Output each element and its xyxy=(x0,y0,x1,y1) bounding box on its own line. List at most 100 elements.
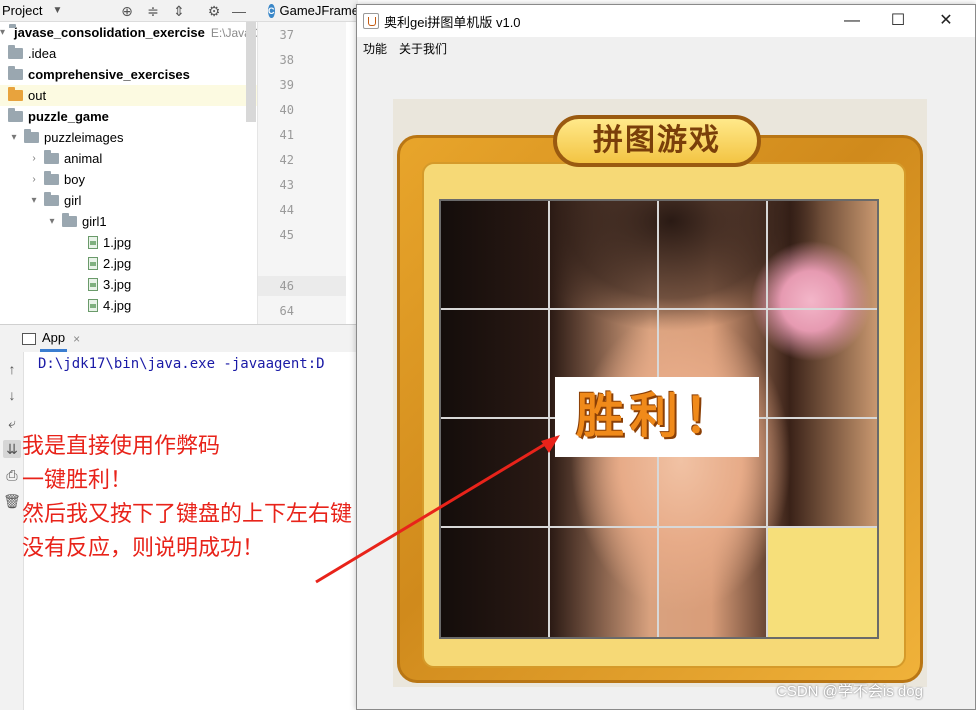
tree-item-label: javase_consolidation_exercise xyxy=(14,25,205,40)
project-toolbar: Project ▼ ⊕ ≑ ⇕ ⚙ — xyxy=(0,0,258,22)
maximize-icon[interactable]: ☐ xyxy=(875,5,921,37)
close-icon[interactable]: × xyxy=(73,332,80,346)
watermark: CSDN @学不会is dog xyxy=(776,683,923,700)
tree-item-label: out xyxy=(28,88,47,103)
image-file-icon xyxy=(88,236,98,249)
line-number: 41 xyxy=(279,128,294,142)
print-icon[interactable]: ⎙ xyxy=(3,466,21,484)
collapse-all-icon[interactable]: ≑ xyxy=(144,2,162,20)
tree-item-label: animal xyxy=(64,151,103,166)
folder-icon xyxy=(24,129,39,143)
minimize-panel-icon[interactable]: — xyxy=(230,2,248,20)
tree-item-comprehensive-exercises[interactable]: comprehensive_exercises xyxy=(0,64,257,85)
console-command-line: D:\jdk17\bin\java.exe -javaagent:D xyxy=(38,356,325,372)
tree-item-1-jpg[interactable]: 1.jpg xyxy=(0,232,257,253)
tree-item-puzzleimages[interactable]: ▾ puzzleimages xyxy=(0,127,257,148)
chevron-right-icon[interactable]: › xyxy=(28,174,40,185)
game-window: 奥利gei拼图单机版 v1.0 — ☐ ✕ 功能 关于我们 拼图游戏 胜利！ xyxy=(356,4,976,710)
line-number: 39 xyxy=(279,78,294,92)
tree-item-idea[interactable]: .idea xyxy=(0,43,257,64)
annotation-text: 我是直接使用作弊码 一键胜利！ 然后我又按下了键盘的上下左右键 没有反应，则说明… xyxy=(22,430,352,566)
image-file-icon xyxy=(88,299,98,312)
tree-item-label: 4.jpg xyxy=(103,298,132,313)
tree-item-label: 3.jpg xyxy=(103,277,132,292)
folder-icon xyxy=(44,150,59,164)
tree-item-girl[interactable]: ▾ girl xyxy=(0,190,257,211)
chevron-down-icon[interactable]: ▾ xyxy=(8,132,20,143)
tree-item-girl1[interactable]: ▾ girl1 xyxy=(0,211,257,232)
victory-banner: 胜利！ xyxy=(555,377,759,457)
tree-item-animal[interactable]: › animal xyxy=(0,148,257,169)
menu-bar: 功能 关于我们 xyxy=(357,37,975,59)
tab-app[interactable]: App xyxy=(40,326,68,352)
tree-item-3-jpg[interactable]: 3.jpg xyxy=(0,274,257,295)
window-title: 奥利gei拼图单机版 v1.0 xyxy=(384,14,521,30)
tree-item-label: 2.jpg xyxy=(103,256,132,271)
annotation-line: 一键胜利！ xyxy=(22,468,133,493)
line-number: 40 xyxy=(279,103,294,117)
line-number: 46 xyxy=(279,279,294,293)
run-toolbar: ↑ ↓ ⤶ ⇊ ⎙ 🗑 xyxy=(0,352,24,710)
folder-icon xyxy=(44,171,59,185)
chevron-down-icon[interactable]: ▾ xyxy=(0,27,5,38)
line-number: 64 xyxy=(279,304,294,318)
close-icon[interactable]: ✕ xyxy=(923,5,969,37)
chevron-down-icon[interactable]: ▾ xyxy=(28,195,40,206)
tree-item-2-jpg[interactable]: 2.jpg xyxy=(0,253,257,274)
project-tree: ▾ javase_consolidation_exercise E:\JavaD… xyxy=(0,22,258,324)
tree-item-4-jpg[interactable]: 4.jpg xyxy=(0,295,257,316)
line-number: 44 xyxy=(279,203,294,217)
line-number: 43 xyxy=(279,178,294,192)
folder-icon xyxy=(8,66,23,80)
folder-icon xyxy=(44,192,59,206)
project-title[interactable]: Project xyxy=(2,3,42,18)
window-titlebar[interactable]: 奥利gei拼图单机版 v1.0 — ☐ ✕ xyxy=(357,5,975,37)
arrow-down-icon[interactable]: ↓ xyxy=(3,386,21,404)
tree-item-label: puzzle_game xyxy=(28,109,109,124)
line-number: 45 xyxy=(279,228,294,242)
editor-tabbar: C GameJFrame xyxy=(258,0,359,22)
grid-line xyxy=(766,201,768,637)
folder-icon xyxy=(62,213,77,227)
chevron-down-icon[interactable]: ▼ xyxy=(52,5,62,16)
soft-wrap-icon[interactable]: ⤶ xyxy=(3,414,21,432)
annotation-line: 没有反应，则说明成功！ xyxy=(22,536,265,561)
tree-item-javase-consolidation-exercise[interactable]: ▾ javase_consolidation_exercise E:\JavaD… xyxy=(0,22,257,43)
expand-all-icon[interactable]: ⇕ xyxy=(170,2,188,20)
empty-tile xyxy=(768,528,877,637)
grid-line xyxy=(441,526,877,528)
target-icon[interactable]: ⊕ xyxy=(118,2,136,20)
tree-item-label: comprehensive_exercises xyxy=(28,67,190,82)
tree-item-label: .idea xyxy=(28,46,57,61)
arrow-up-icon[interactable]: ↑ xyxy=(3,360,21,378)
tree-item-label: girl1 xyxy=(82,214,107,229)
scroll-to-end-icon[interactable]: ⇊ xyxy=(3,440,21,458)
trash-icon[interactable]: 🗑 xyxy=(3,492,21,510)
chevron-down-icon[interactable]: ▾ xyxy=(46,216,58,227)
grid-line xyxy=(548,201,550,637)
tree-scrollbar[interactable] xyxy=(246,22,256,122)
tree-item-out[interactable]: out xyxy=(0,85,257,106)
gear-icon[interactable]: ⚙ xyxy=(205,2,223,20)
tree-item-boy[interactable]: › boy xyxy=(0,169,257,190)
board-title-badge: 拼图游戏 xyxy=(553,115,761,167)
folder-icon xyxy=(8,108,23,122)
menu-item-function[interactable]: 功能 xyxy=(363,40,387,57)
tree-item-puzzle-game[interactable]: puzzle_game xyxy=(0,106,257,127)
chevron-right-icon[interactable]: › xyxy=(28,153,40,164)
application-icon xyxy=(22,332,36,345)
menu-item-about-us[interactable]: 关于我们 xyxy=(399,40,447,57)
line-number: 42 xyxy=(279,153,294,167)
tree-item-label: girl xyxy=(64,193,82,208)
tab-gamejframe[interactable]: GameJFrame xyxy=(280,3,359,18)
game-board: 拼图游戏 胜利！ xyxy=(393,99,927,687)
image-file-icon xyxy=(88,257,98,270)
grid-line xyxy=(441,308,877,310)
tree-item-label: boy xyxy=(64,172,85,187)
minimize-icon[interactable]: — xyxy=(829,5,875,37)
folder-icon xyxy=(8,87,23,101)
java-icon xyxy=(363,13,379,29)
folder-icon xyxy=(8,45,23,59)
run-panel-header: App × xyxy=(0,324,358,352)
annotation-line: 然后我又按下了键盘的上下左右键 xyxy=(22,502,353,527)
